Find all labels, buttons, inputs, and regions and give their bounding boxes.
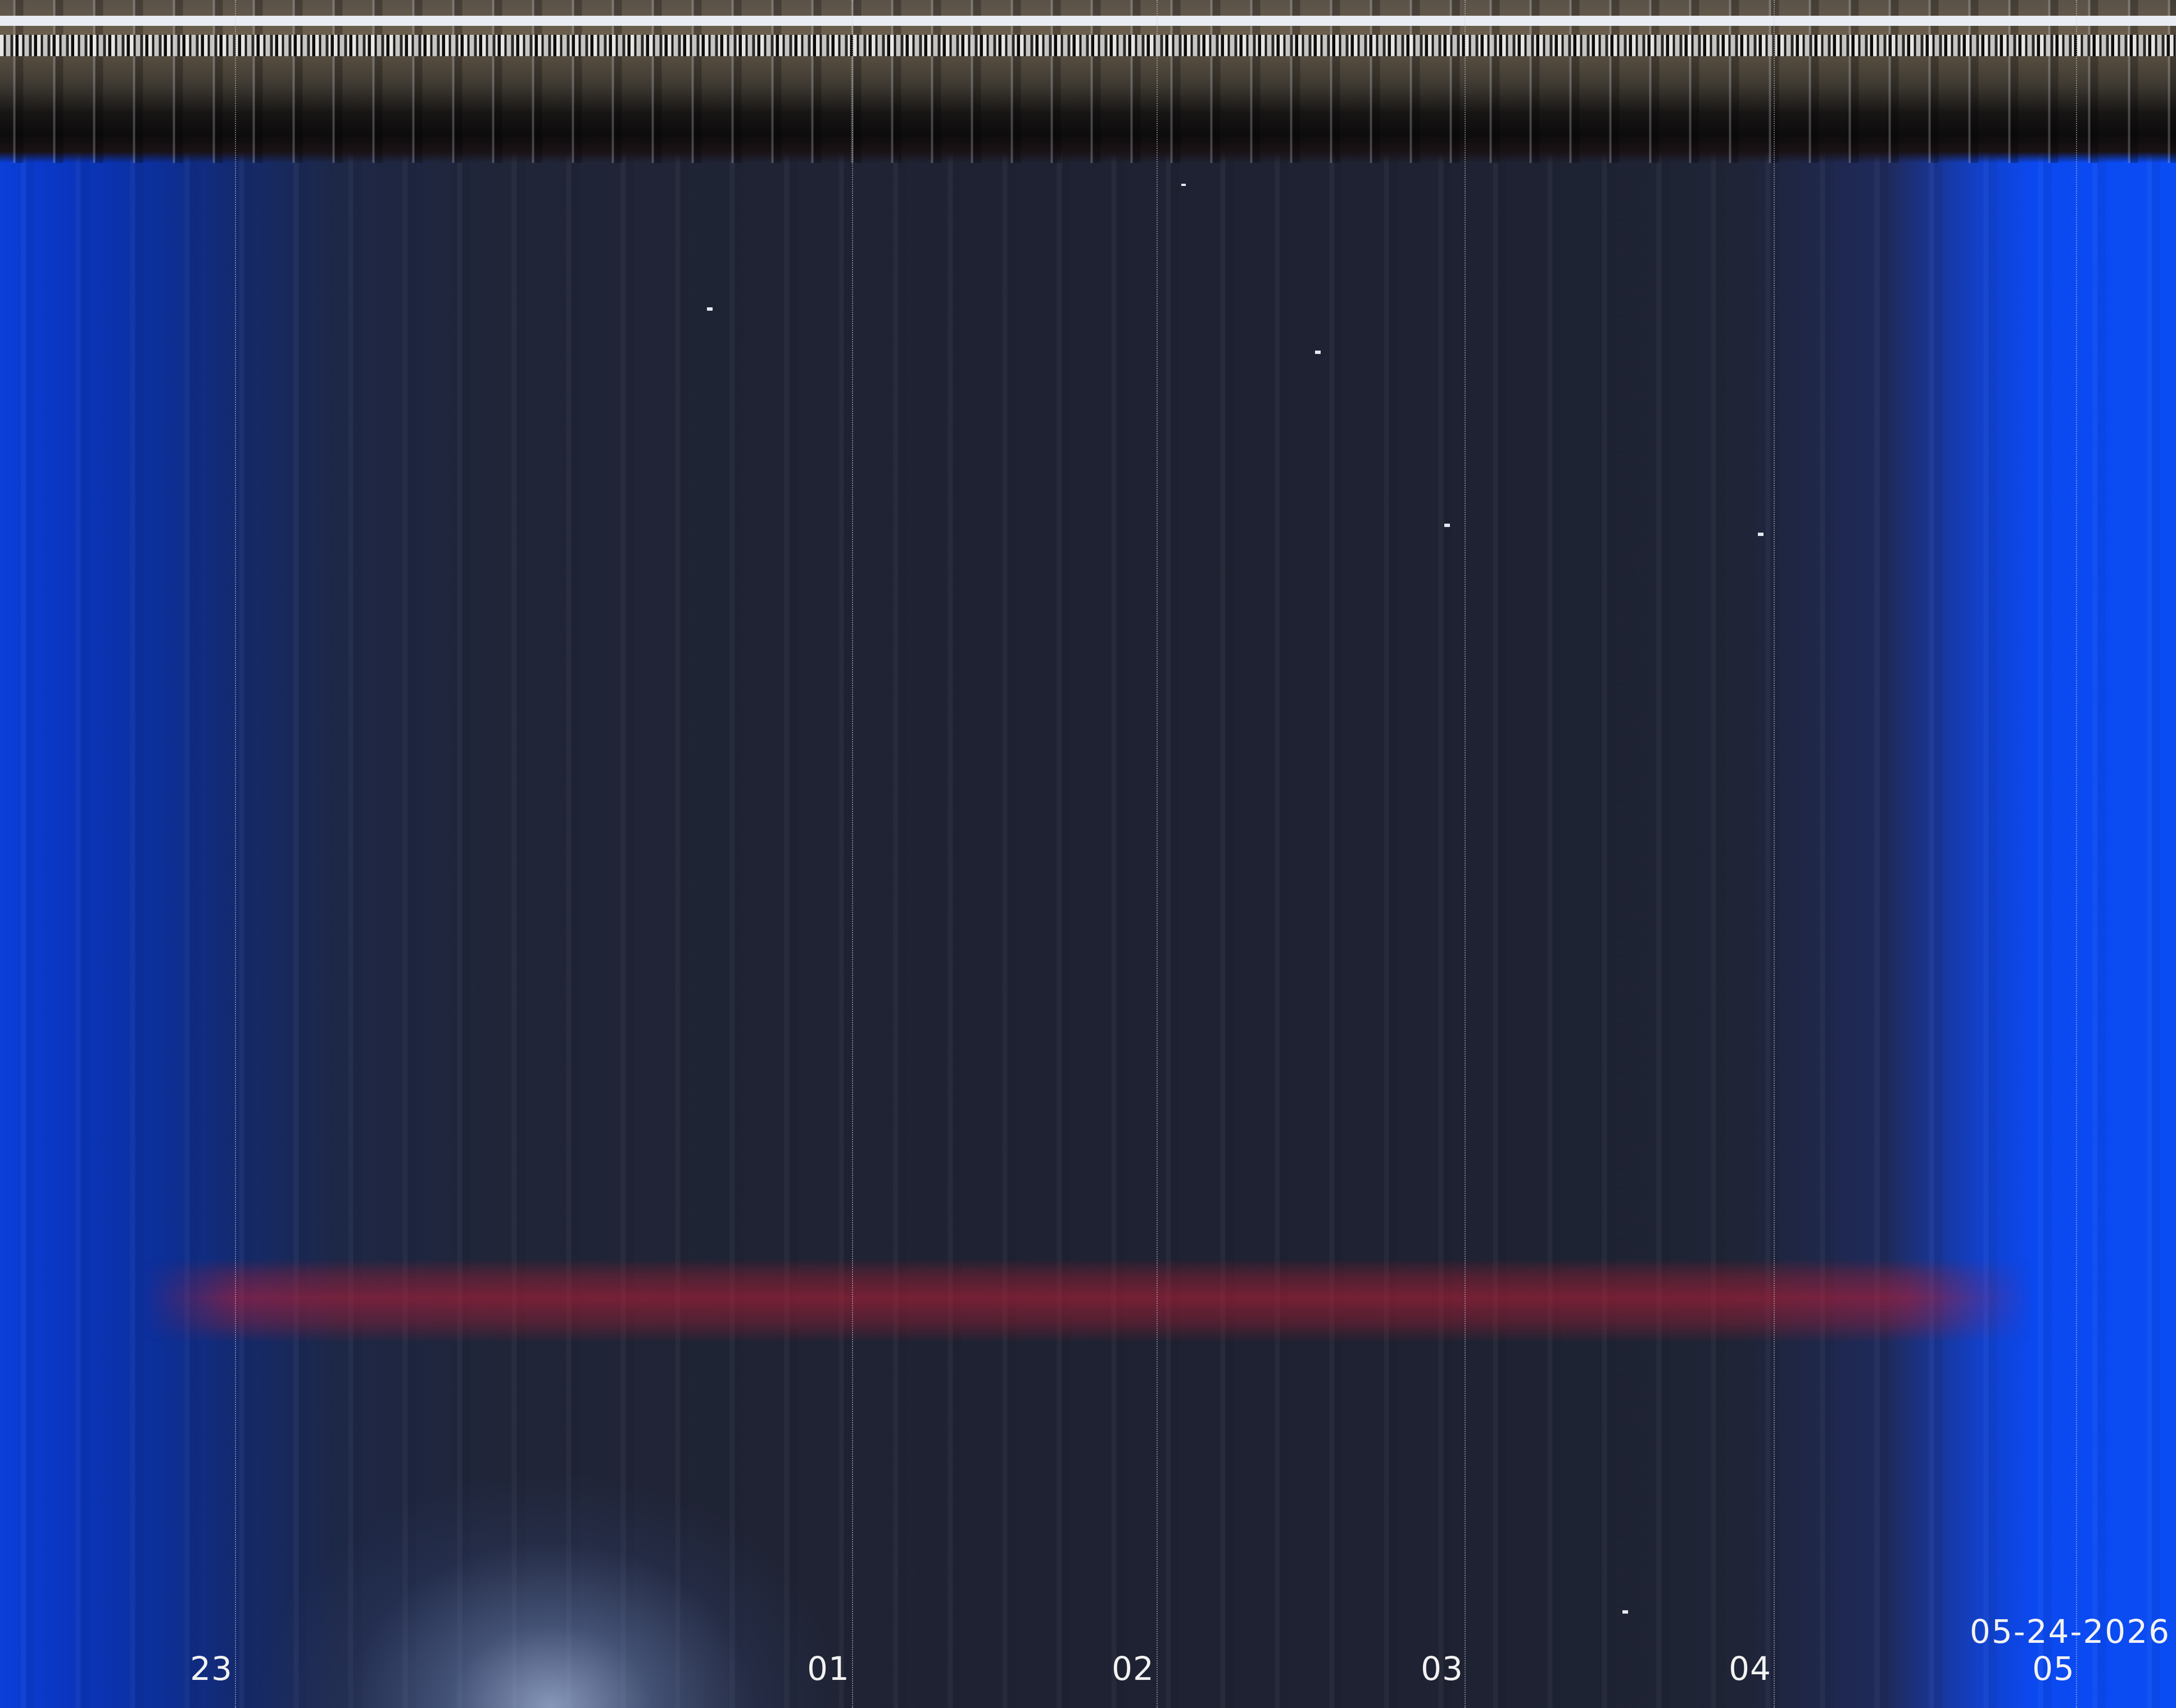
date-label: 05-24-2026 — [1969, 1612, 2170, 1651]
hour-gridline — [2076, 0, 2077, 1708]
hour-label-01: 01 — [807, 1650, 850, 1688]
hour-label-04: 04 — [1729, 1650, 1771, 1688]
red-aurora-band — [0, 0, 2176, 1708]
encoded-data-strip — [0, 35, 2176, 56]
star — [1622, 1610, 1628, 1614]
hour-gridline — [1157, 0, 1158, 1708]
star — [1315, 351, 1321, 354]
hour-gridline — [1465, 0, 1466, 1708]
hour-gridline — [852, 0, 853, 1708]
star — [1444, 524, 1450, 527]
vertical-streak-texture — [0, 0, 2176, 1708]
hour-gridline — [235, 0, 236, 1708]
moon-glow — [0, 0, 2176, 1708]
star — [1758, 533, 1764, 536]
hour-label-23: 23 — [190, 1650, 233, 1688]
hour-label-02: 02 — [1112, 1650, 1154, 1688]
night-sky-background — [0, 0, 2176, 1708]
hour-label-03: 03 — [1421, 1650, 1463, 1688]
hour-label-05: 05 — [2032, 1650, 2075, 1688]
keogram-image: 23 01 02 03 04 05 05-24-2026 — [0, 0, 2176, 1708]
top-white-line — [0, 16, 2176, 26]
star — [1181, 184, 1186, 186]
star — [707, 307, 713, 311]
hour-gridline — [1774, 0, 1775, 1708]
